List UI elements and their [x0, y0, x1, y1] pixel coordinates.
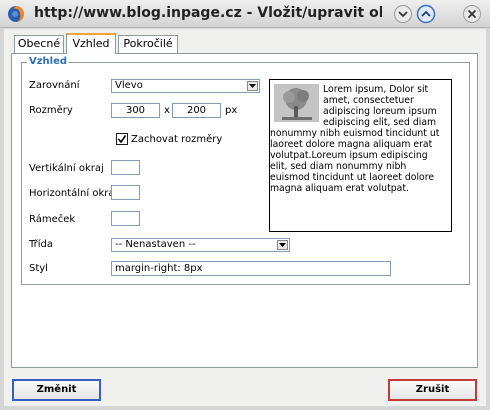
- tab-appearance[interactable]: Vzhled: [66, 33, 116, 54]
- preview-tree-image: [274, 84, 319, 122]
- dimensions-label: Rozměry: [29, 105, 73, 116]
- border-label: Rámeček: [29, 214, 76, 225]
- image-dialog: Obecné Vzhled Pokročilé Vzhled Zarovnání…: [4, 29, 486, 406]
- minimize-icon[interactable]: [393, 4, 413, 24]
- border-input[interactable]: [111, 211, 140, 226]
- appearance-fieldset: Vzhled Zarovnání Vlevo Rozměry 300 x 200…: [21, 56, 470, 285]
- window-titlebar[interactable]: http://www.blog.inpage.cz - Vložit/uprav…: [0, 0, 490, 28]
- chevron-down-icon: [277, 240, 288, 250]
- style-label: Styl: [29, 263, 48, 274]
- checkmark-icon: [117, 135, 127, 144]
- chevron-down-icon: [247, 81, 258, 91]
- align-label: Zarovnání: [29, 80, 80, 91]
- class-select-value: -- Nenastaven --: [115, 239, 196, 250]
- tab-general[interactable]: Obecné: [14, 35, 64, 53]
- alignment-preview: Lorem ipsum, Dolor sit amet, consectetue…: [269, 79, 452, 232]
- align-select-value: Vlevo: [115, 80, 143, 91]
- submit-button[interactable]: Změnit: [12, 379, 101, 401]
- firefox-icon: [7, 5, 25, 23]
- tab-panel: Vzhled Zarovnání Vlevo Rozměry 300 x 200…: [11, 53, 478, 368]
- keep-ratio-checkbox[interactable]: [116, 133, 128, 145]
- fieldset-legend: Vzhled: [27, 56, 70, 67]
- close-icon[interactable]: [462, 4, 482, 24]
- vspace-input[interactable]: [111, 160, 140, 175]
- unit-label: px: [225, 105, 238, 116]
- align-select[interactable]: Vlevo: [111, 79, 260, 93]
- class-label: Třída: [29, 239, 54, 250]
- hspace-label: Horizontální okraj: [29, 188, 118, 199]
- tab-advanced[interactable]: Pokročilé: [118, 35, 178, 53]
- cancel-button[interactable]: Zrušit: [388, 379, 477, 401]
- dimension-separator: x: [164, 105, 170, 116]
- style-input[interactable]: margin-right: 8px: [111, 261, 391, 276]
- maximize-icon[interactable]: [416, 4, 436, 24]
- window-title: http://www.blog.inpage.cz - Vložit/uprav…: [34, 5, 382, 21]
- keep-ratio-label: Zachovat rozměry: [131, 134, 223, 145]
- vspace-label: Vertikální okraj: [29, 163, 104, 174]
- hspace-input[interactable]: [111, 185, 140, 200]
- width-input[interactable]: 300: [111, 103, 160, 118]
- height-input[interactable]: 200: [172, 103, 221, 118]
- class-select[interactable]: -- Nenastaven --: [111, 238, 290, 252]
